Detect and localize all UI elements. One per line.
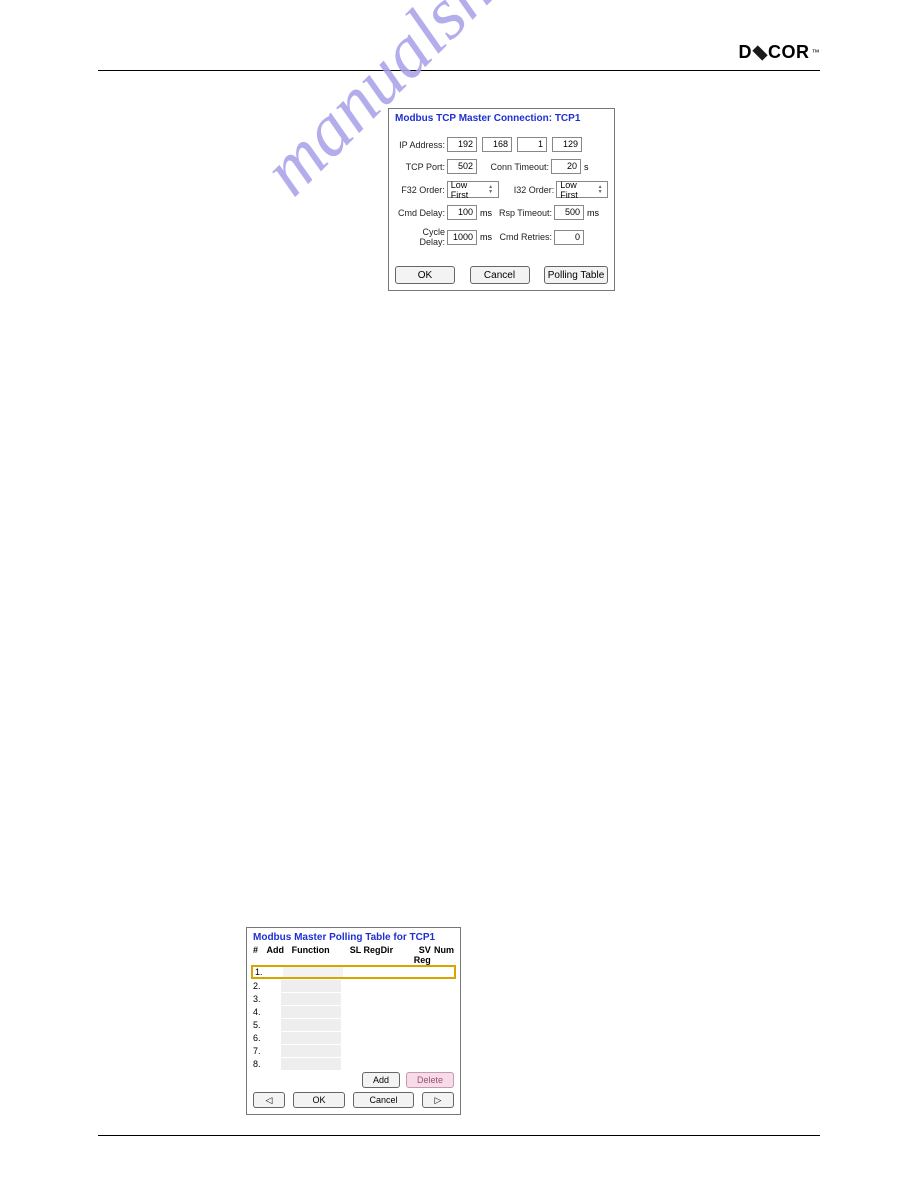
- polling-table-dialog: Modbus Master Polling Table for TCP1 # A…: [246, 927, 461, 1115]
- dialog1-title: Modbus TCP Master Connection: TCP1: [389, 109, 614, 126]
- add-button[interactable]: Add: [362, 1072, 400, 1088]
- col-function: Function: [292, 945, 350, 965]
- function-cell-blank: [281, 1032, 341, 1044]
- polling-row-selected[interactable]: 1.: [251, 965, 456, 979]
- polling-row[interactable]: 7.: [247, 1044, 460, 1057]
- rsp-timeout-input[interactable]: 500: [554, 205, 584, 220]
- cycle-delay-label: Cycle Delay:: [395, 227, 447, 247]
- cmd-delay-input[interactable]: 100: [447, 205, 477, 220]
- polling-row[interactable]: 6.: [247, 1031, 460, 1044]
- header-divider: [98, 70, 820, 71]
- f32-order-label: F32 Order:: [395, 185, 447, 195]
- function-cell-blank: [281, 993, 341, 1005]
- ip-octet-2-input[interactable]: 168: [482, 137, 512, 152]
- col-add: Add: [267, 945, 292, 965]
- row-number: 6.: [253, 1033, 261, 1043]
- i32-order-label: I32 Order:: [499, 185, 557, 195]
- function-cell-blank: [283, 967, 343, 977]
- row-number: 5.: [253, 1020, 261, 1030]
- function-cell-blank: [281, 1058, 341, 1070]
- f32-order-select[interactable]: Low First ▲▼: [447, 181, 499, 198]
- polling-row[interactable]: 8.: [247, 1057, 460, 1070]
- row-number: 3.: [253, 994, 261, 1004]
- rsp-timeout-unit: ms: [584, 208, 599, 218]
- polling-row[interactable]: 2.: [247, 979, 460, 992]
- f32-order-value: Low First: [451, 180, 487, 200]
- conn-timeout-unit: s: [581, 162, 589, 172]
- i32-order-select[interactable]: Low First ▲▼: [556, 181, 608, 198]
- ok-button[interactable]: OK: [293, 1092, 345, 1108]
- dialog2-title: Modbus Master Polling Table for TCP1: [247, 928, 460, 945]
- ok-button[interactable]: OK: [395, 266, 455, 284]
- polling-table-button[interactable]: Polling Table: [544, 266, 608, 284]
- cancel-button[interactable]: Cancel: [470, 266, 530, 284]
- row-number: 2.: [253, 981, 261, 991]
- row-number: 4.: [253, 1007, 261, 1017]
- function-cell-blank: [281, 1006, 341, 1018]
- ip-octet-4-input[interactable]: 129: [552, 137, 582, 152]
- tcp-port-label: TCP Port:: [395, 162, 447, 172]
- row-number: 1.: [255, 967, 263, 977]
- col-dir: Dir: [381, 945, 400, 965]
- modbus-tcp-master-dialog: Modbus TCP Master Connection: TCP1 IP Ad…: [388, 108, 615, 291]
- ip-octet-3-input[interactable]: 1: [517, 137, 547, 152]
- tcp-port-input[interactable]: 502: [447, 159, 477, 174]
- trademark-symbol: ™: [812, 48, 821, 57]
- delete-button[interactable]: Delete: [406, 1072, 454, 1088]
- function-cell-blank: [281, 1045, 341, 1057]
- brand-text-1: D: [739, 42, 753, 63]
- cmd-retries-input[interactable]: 0: [554, 230, 584, 245]
- conn-timeout-input[interactable]: 20: [551, 159, 581, 174]
- row-number: 7.: [253, 1046, 261, 1056]
- cycle-delay-input[interactable]: 1000: [447, 230, 477, 245]
- brand-logo: D COR ™: [739, 42, 821, 63]
- cmd-retries-label: Cmd Retries:: [492, 232, 554, 242]
- col-numr: Num: [431, 945, 454, 965]
- prev-button[interactable]: ◁: [253, 1092, 285, 1108]
- function-cell-blank: [281, 1019, 341, 1031]
- function-cell-blank: [281, 980, 341, 992]
- col-svreg: SV Reg: [400, 945, 431, 965]
- ip-address-label: IP Address:: [395, 140, 447, 150]
- spinner-icon: ▲▼: [596, 185, 604, 195]
- cmd-delay-unit: ms: [477, 208, 492, 218]
- brand-text-2: COR: [768, 42, 810, 63]
- spinner-icon: ▲▼: [487, 185, 495, 195]
- polling-table-header: # Add Function SL Reg Dir SV Reg Num: [247, 945, 460, 965]
- row-number: 8.: [253, 1059, 261, 1069]
- ip-octet-1-input[interactable]: 192: [447, 137, 477, 152]
- brand-cube-icon: [752, 45, 767, 60]
- next-button[interactable]: ▷: [422, 1092, 454, 1108]
- cmd-delay-label: Cmd Delay:: [395, 208, 447, 218]
- footer-divider: [98, 1135, 820, 1136]
- rsp-timeout-label: Rsp Timeout:: [492, 208, 554, 218]
- col-slreg: SL Reg: [350, 945, 381, 965]
- cancel-button[interactable]: Cancel: [353, 1092, 414, 1108]
- i32-order-value: Low First: [560, 180, 596, 200]
- polling-row[interactable]: 4.: [247, 1005, 460, 1018]
- polling-row[interactable]: 3.: [247, 992, 460, 1005]
- col-num: #: [253, 945, 267, 965]
- conn-timeout-label: Conn Timeout:: [477, 162, 551, 172]
- cycle-delay-unit: ms: [477, 232, 492, 242]
- polling-row[interactable]: 5.: [247, 1018, 460, 1031]
